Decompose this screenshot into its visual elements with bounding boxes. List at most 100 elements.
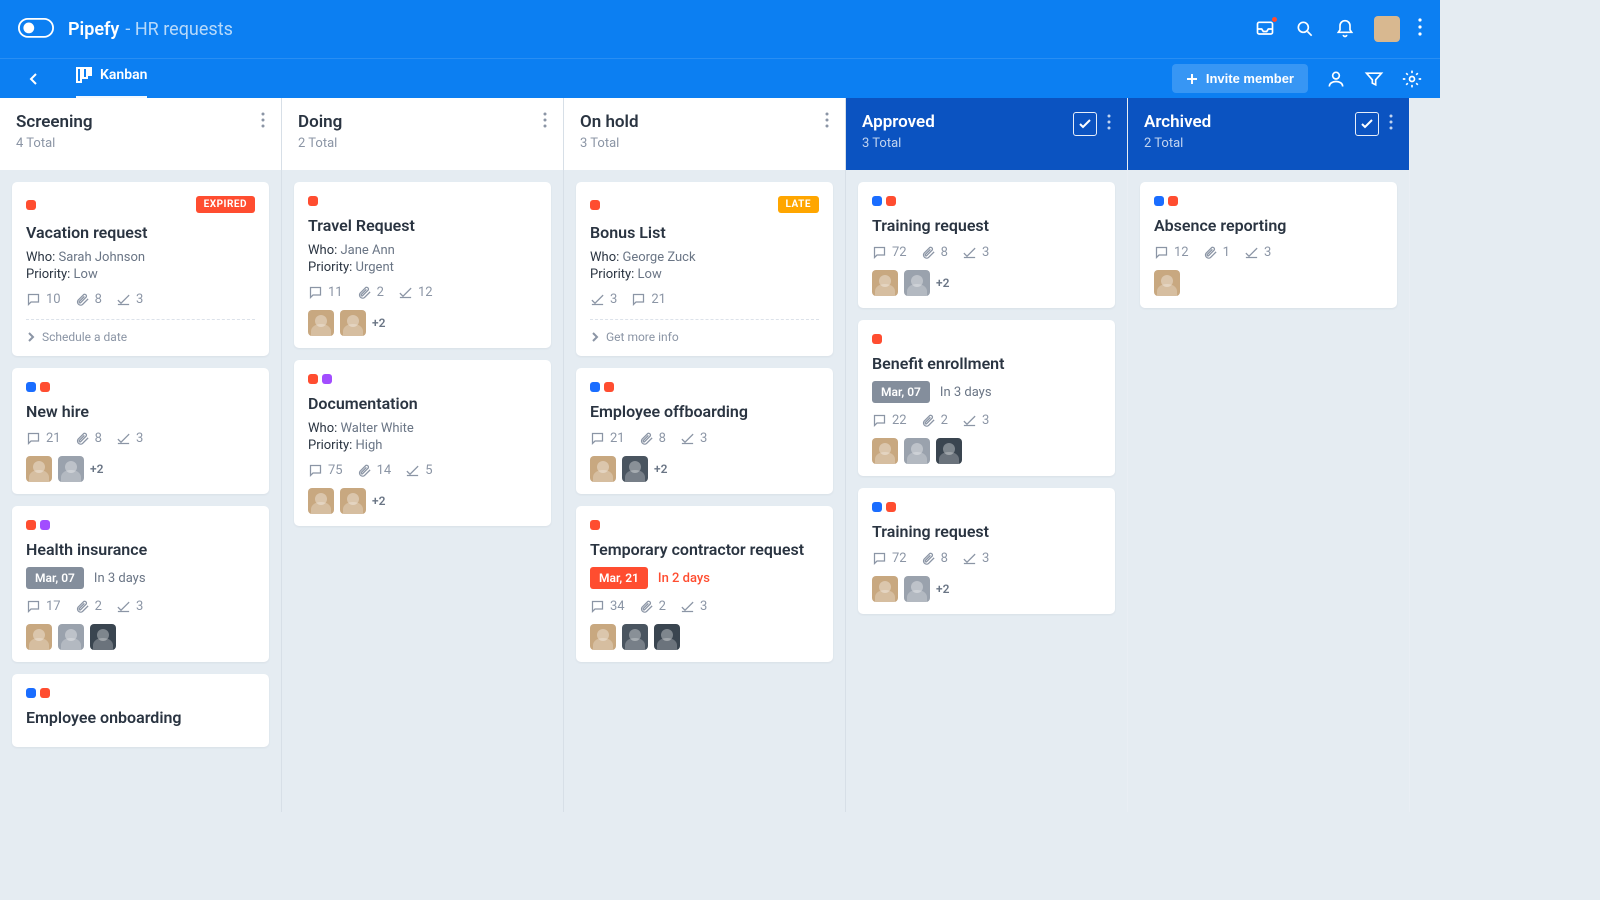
label-dot — [322, 374, 332, 384]
card[interactable]: EXPIREDVacation requestWho: Sarah Johnso… — [12, 182, 269, 356]
card-field: Who: George Zuck — [590, 250, 819, 265]
stat-attachments: 2 — [75, 599, 102, 614]
card-list: Training request7283+2Benefit enrollment… — [846, 170, 1127, 626]
avatar — [26, 624, 52, 650]
app-name: Pipefy — [68, 19, 119, 40]
stat-attachments: 8 — [921, 245, 948, 260]
stat-comments: 12 — [1154, 245, 1189, 260]
card-labels — [26, 688, 255, 698]
column: On hold 3 Total LATEBonus ListWho: Georg… — [564, 98, 846, 812]
card-stats: 11212 — [308, 285, 537, 300]
column-menu-icon[interactable] — [1389, 114, 1393, 134]
avatar — [26, 456, 52, 482]
label-dot — [872, 196, 882, 206]
avatar-stack — [872, 438, 1101, 464]
search-icon[interactable] — [1294, 18, 1316, 40]
card-stats: 7283 — [872, 551, 1101, 566]
card-action[interactable]: Get more info — [590, 319, 819, 344]
column-title: Approved — [862, 112, 935, 132]
card[interactable]: New hire2183+2 — [12, 368, 269, 494]
stat-checks: 3 — [962, 413, 989, 428]
card[interactable]: Training request7283+2 — [858, 488, 1115, 614]
column-menu-icon[interactable] — [1107, 114, 1111, 134]
card[interactable]: Absence reporting1213 — [1140, 182, 1397, 308]
card-title: Temporary contractor request — [590, 540, 819, 559]
settings-icon[interactable] — [1402, 69, 1422, 89]
card-labels — [872, 334, 1101, 344]
card-title: Documentation — [308, 394, 537, 413]
card-labels — [26, 382, 255, 392]
filter-icon[interactable] — [1364, 69, 1384, 89]
status-tag: LATE — [778, 196, 819, 213]
card[interactable]: Temporary contractor requestMar, 21In 2 … — [576, 506, 833, 662]
card-stats: 2183 — [590, 431, 819, 446]
user-avatar[interactable] — [1374, 16, 1400, 42]
avatar-stack: +2 — [26, 456, 255, 482]
view-tab-label: Kanban — [100, 67, 147, 83]
back-button[interactable] — [18, 72, 48, 86]
column-title: Archived — [1144, 112, 1211, 132]
avatar-stack: +2 — [308, 488, 537, 514]
card[interactable]: Benefit enrollmentMar, 07In 3 days2223 — [858, 320, 1115, 476]
avatar — [936, 438, 962, 464]
stat-attachments: 2 — [357, 285, 384, 300]
stat-attachments: 1 — [1203, 245, 1230, 260]
avatar-more: +2 — [372, 494, 385, 508]
card[interactable]: Employee offboarding2183+2 — [576, 368, 833, 494]
card-labels — [308, 374, 537, 384]
column-header: Approved 3 Total — [846, 98, 1127, 170]
avatar — [654, 624, 680, 650]
card[interactable]: Training request7283+2 — [858, 182, 1115, 308]
card[interactable]: LATEBonus ListWho: George ZuckPriority: … — [576, 182, 833, 356]
card-stats: 75145 — [308, 463, 537, 478]
label-dot — [308, 374, 318, 384]
avatar — [590, 456, 616, 482]
card-list: Travel RequestWho: Jane AnnPriority: Urg… — [282, 170, 563, 538]
label-dot — [1168, 196, 1178, 206]
card[interactable]: Health insuranceMar, 07In 3 days1723 — [12, 506, 269, 662]
stat-checks: 3 — [116, 292, 143, 307]
label-dot — [872, 334, 882, 344]
card-title: Travel Request — [308, 216, 537, 235]
status-tag: EXPIRED — [196, 196, 255, 213]
card-labels — [1154, 196, 1383, 206]
label-dot — [308, 196, 318, 206]
card[interactable]: DocumentationWho: Walter WhitePriority: … — [294, 360, 551, 526]
column-menu-icon[interactable] — [543, 112, 547, 128]
card-stats: 3 21 — [590, 292, 819, 307]
notification-dot — [1271, 16, 1278, 23]
bell-icon[interactable] — [1334, 18, 1356, 40]
column-count: 2 Total — [1144, 136, 1211, 151]
invite-member-button[interactable]: Invite member — [1172, 64, 1308, 93]
stat-comments: 17 — [26, 599, 61, 614]
label-dot — [886, 502, 896, 512]
stat-attachments: 14 — [357, 463, 392, 478]
stat-comments: 21 — [590, 431, 625, 446]
avatar — [904, 270, 930, 296]
column-menu-icon[interactable] — [261, 112, 265, 128]
column-count: 4 Total — [16, 136, 93, 151]
stat-comments: 21 — [631, 292, 666, 307]
card-action[interactable]: Schedule a date — [26, 319, 255, 344]
view-tab-kanban[interactable]: Kanban — [76, 59, 147, 99]
card[interactable]: Travel RequestWho: Jane AnnPriority: Urg… — [294, 182, 551, 348]
stat-checks: 3 — [590, 292, 617, 307]
avatar-stack: +2 — [590, 456, 819, 482]
card-field: Who: Sarah Johnson — [26, 250, 255, 265]
card-title: Health insurance — [26, 540, 255, 559]
column-header: Screening 4 Total — [0, 98, 281, 170]
overflow-menu-icon[interactable] — [1418, 18, 1422, 40]
column-menu-icon[interactable] — [825, 112, 829, 128]
avatar — [622, 624, 648, 650]
card[interactable]: Employee onboarding — [12, 674, 269, 747]
inbox-icon[interactable] — [1254, 18, 1276, 40]
label-dot — [40, 520, 50, 530]
members-icon[interactable] — [1326, 69, 1346, 89]
column: Approved 3 Total Training request7283+2B… — [846, 98, 1128, 812]
due-date: Mar, 07In 3 days — [872, 381, 1101, 403]
stat-attachments: 8 — [75, 431, 102, 446]
avatar-more: +2 — [372, 316, 385, 330]
avatar — [340, 488, 366, 514]
stat-checks: 3 — [680, 431, 707, 446]
stat-attachments: 8 — [75, 292, 102, 307]
